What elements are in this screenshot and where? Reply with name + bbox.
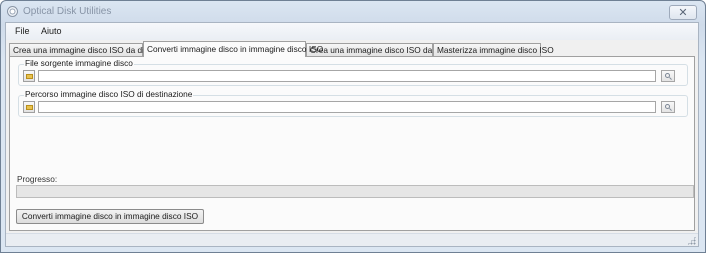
source-file-group: File sorgente immagine disco (18, 59, 688, 86)
status-bar (6, 233, 698, 246)
tab-create-from-disk[interactable]: Crea una immagine disco ISO da disco (9, 43, 157, 56)
app-window: Optical Disk Utilities ✕ File Aiuto Crea… (0, 0, 706, 253)
progress-label: Progresso: (17, 174, 58, 184)
tab-create-from-files[interactable]: Crea una immagine disco ISO da files (306, 43, 449, 56)
window-title: Optical Disk Utilities (23, 6, 112, 17)
close-icon: ✕ (678, 7, 688, 19)
resize-grip-icon[interactable] (687, 236, 696, 245)
search-source-button[interactable] (661, 70, 675, 82)
tab-page-convert: File sorgente immagine disco Percorso im… (9, 56, 695, 231)
browse-destination-button[interactable] (23, 101, 35, 113)
client-area: File Aiuto Crea una immagine disco ISO d… (5, 22, 699, 247)
destination-path-input[interactable] (38, 101, 656, 113)
destination-path-group: Percorso immagine disco ISO di destinazi… (18, 90, 688, 117)
progress-bar (16, 185, 694, 198)
destination-path-label: Percorso immagine disco ISO di destinazi… (24, 89, 194, 99)
source-file-label: File sorgente immagine disco (24, 58, 134, 68)
browse-source-button[interactable] (23, 70, 35, 82)
tab-burn-image[interactable]: Masterizza immagine disco ISO (433, 43, 554, 56)
title-bar[interactable]: Optical Disk Utilities ✕ (1, 1, 705, 23)
menu-aiuto[interactable]: Aiuto (36, 25, 67, 37)
source-path-input[interactable] (38, 70, 656, 82)
convert-button[interactable]: Converti immagine disco in immagine disc… (16, 209, 204, 224)
search-destination-button[interactable] (661, 101, 675, 113)
folder-icon (26, 105, 33, 110)
menu-bar: File Aiuto (6, 23, 698, 40)
menu-file[interactable]: File (10, 25, 35, 37)
close-button[interactable]: ✕ (669, 5, 697, 20)
folder-icon (26, 74, 33, 79)
tab-convert-image[interactable]: Converti immagine disco in immagine disc… (143, 41, 323, 57)
disc-icon (7, 6, 18, 17)
